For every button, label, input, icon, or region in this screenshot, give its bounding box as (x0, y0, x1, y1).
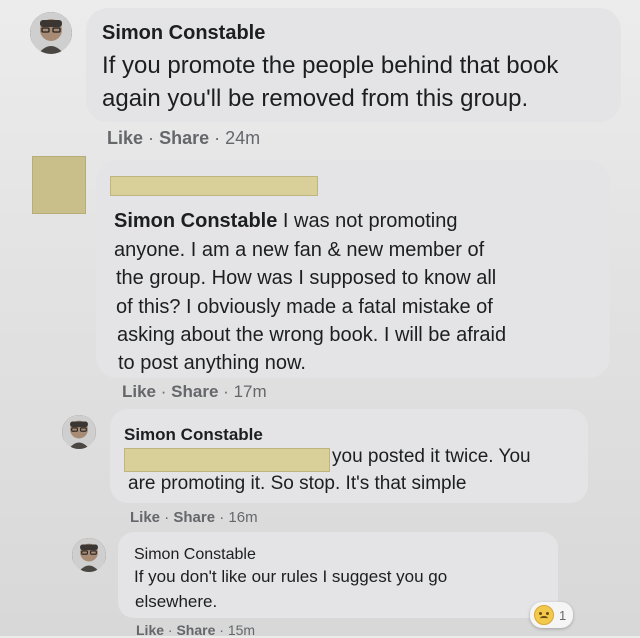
share-button[interactable]: Share (173, 509, 215, 526)
like-button[interactable]: Like (122, 382, 156, 401)
reaction-badge[interactable]: 1 (530, 602, 574, 628)
comment-text-line-5: asking about the wrong book. I will be a… (117, 324, 507, 346)
comment-text-line-6: to post anything now. (118, 352, 306, 374)
reaction-count: 1 (559, 607, 567, 623)
like-button[interactable]: Like (130, 509, 160, 526)
comment-text-line-4: of this? I obviously made a fatal mistak… (116, 296, 493, 318)
comment-text-line-2: again you'll be removed from this group. (102, 85, 529, 112)
comment-text-line-2: anyone. I am a new fan & new member of (114, 239, 485, 261)
timestamp[interactable]: 16m (228, 509, 257, 526)
comment-author[interactable]: Simon Constable (124, 425, 263, 445)
comment-bubble: Simon Constable If you don't like our ru… (118, 532, 558, 618)
avatar[interactable] (62, 415, 96, 449)
comment-author[interactable]: Simon Constable (134, 546, 256, 564)
mention-link[interactable]: Simon Constable (114, 210, 277, 232)
comment-text-line-3: the group. How was I supposed to know al… (116, 267, 497, 289)
share-button[interactable]: Share (159, 128, 209, 148)
profile-photo-icon (30, 12, 72, 54)
redacted-author-name (110, 176, 318, 196)
comment-3: Simon Constable you posted it twice. You… (0, 405, 640, 535)
comment-bubble: Simon Constable If you promote the peopl… (86, 8, 621, 122)
comment-text-line-1: Simon Constable I was not promoting (114, 210, 457, 233)
avatar[interactable] (32, 156, 86, 214)
comment-bubble: Simon Constable I was not promoting anyo… (96, 160, 610, 378)
comment-1: Simon Constable If you promote the peopl… (0, 0, 640, 160)
separator: · (164, 509, 170, 526)
separator: · (214, 128, 221, 148)
comment-text: I was not promoting (282, 210, 458, 232)
comment-actions: Like · Share · 17m (122, 382, 267, 402)
like-button[interactable]: Like (107, 128, 143, 148)
comment-bubble: Simon Constable you posted it twice. You… (110, 409, 588, 503)
comment-text-line-1: If you promote the people behind that bo… (102, 52, 559, 79)
comment-text-line-2: elsewhere. (135, 592, 218, 611)
comment-actions: Like · Share · 16m (130, 509, 258, 526)
comment-text-line-1: you posted it twice. You (332, 446, 531, 467)
comment-2: Simon Constable I was not promoting anyo… (0, 150, 640, 405)
separator: · (219, 509, 225, 526)
timestamp[interactable]: 24m (225, 128, 260, 148)
comment-text-line-1: If you don't like our rules I suggest yo… (134, 567, 448, 586)
timestamp[interactable]: 17m (234, 382, 267, 401)
avatar[interactable] (30, 12, 72, 54)
profile-photo-icon (72, 538, 106, 572)
separator: · (223, 382, 229, 401)
share-button[interactable]: Share (171, 382, 218, 401)
comment-text-line-2: are promoting it. So stop. It's that sim… (128, 473, 467, 494)
comment-author[interactable]: Simon Constable (102, 22, 265, 45)
comment-4: Simon Constable If you don't like our ru… (0, 530, 640, 638)
separator: · (148, 128, 155, 148)
redacted-mention (124, 448, 330, 472)
profile-photo-icon (62, 415, 96, 449)
sad-emoji-icon (534, 605, 554, 625)
avatar[interactable] (72, 538, 106, 572)
separator: · (160, 382, 167, 401)
comment-actions: Like · Share · 24m (107, 128, 260, 149)
